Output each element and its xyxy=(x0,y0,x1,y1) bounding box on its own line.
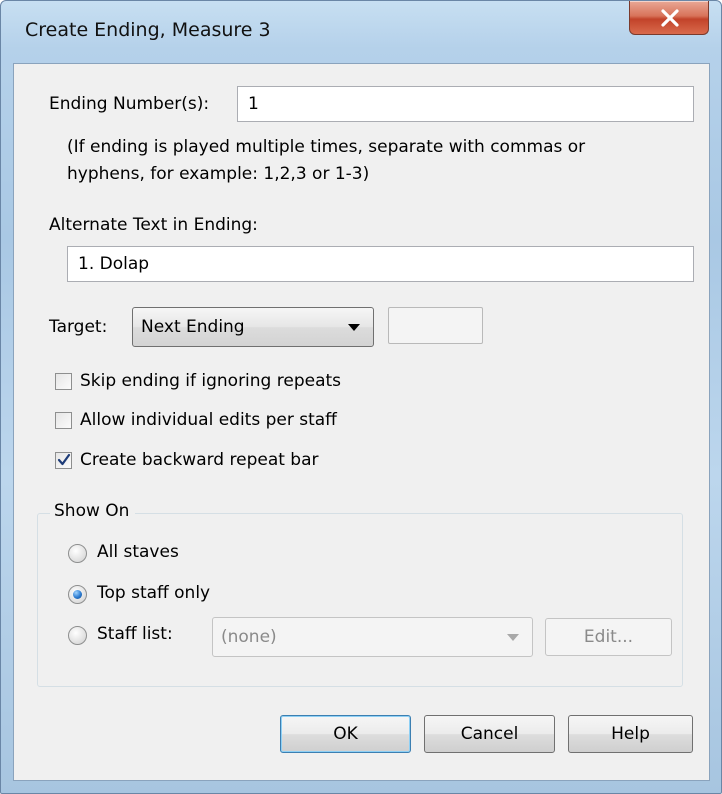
skip-ending-checkbox[interactable] xyxy=(55,373,72,390)
allow-edits-label[interactable]: Allow individual edits per staff xyxy=(80,410,337,430)
staff-list-radio[interactable] xyxy=(68,626,87,645)
radio-selected-dot xyxy=(73,590,82,599)
backward-repeat-label[interactable]: Create backward repeat bar xyxy=(80,450,319,470)
ok-button[interactable]: OK xyxy=(280,715,411,753)
target-selected-value: Next Ending xyxy=(141,317,245,337)
edit-staff-list-button[interactable]: Edit... xyxy=(545,618,672,656)
target-dropdown[interactable]: Next Ending xyxy=(132,307,374,347)
top-staff-only-label[interactable]: Top staff only xyxy=(97,583,210,603)
ending-number-label: Ending Number(s): xyxy=(49,94,210,114)
title-bar[interactable]: Create Ending, Measure 3 xyxy=(1,1,721,63)
ending-number-hint-line2: hyphens, for example: 1,2,3 or 1-3) xyxy=(67,164,370,184)
all-staves-radio[interactable] xyxy=(68,544,87,563)
help-button[interactable]: Help xyxy=(568,715,693,753)
alternate-text-label: Alternate Text in Ending: xyxy=(49,215,258,235)
target-extra-field[interactable] xyxy=(388,307,483,344)
top-staff-only-radio[interactable] xyxy=(68,585,87,604)
dropdown-arrow-icon xyxy=(507,634,519,641)
dialog-window: Create Ending, Measure 3 Ending Number(s… xyxy=(0,0,722,794)
staff-list-label[interactable]: Staff list: xyxy=(97,624,173,644)
allow-edits-checkbox[interactable] xyxy=(55,412,72,429)
alternate-text-input[interactable]: 1. Dolap xyxy=(67,246,694,282)
ending-number-input[interactable]: 1 xyxy=(237,86,694,122)
show-on-title: Show On xyxy=(50,501,136,521)
skip-ending-label[interactable]: Skip ending if ignoring repeats xyxy=(80,371,341,391)
checkmark-icon xyxy=(57,453,71,466)
target-label: Target: xyxy=(49,317,108,337)
cancel-button[interactable]: Cancel xyxy=(424,715,555,753)
all-staves-label[interactable]: All staves xyxy=(97,542,179,562)
ending-number-hint-line1: (If ending is played multiple times, sep… xyxy=(67,137,586,157)
backward-repeat-checkbox[interactable] xyxy=(55,452,72,469)
staff-list-dropdown[interactable]: (none) xyxy=(212,617,533,657)
staff-list-value: (none) xyxy=(221,627,277,647)
close-icon xyxy=(661,9,679,27)
close-button[interactable] xyxy=(629,1,709,35)
window-title: Create Ending, Measure 3 xyxy=(25,19,271,41)
dropdown-arrow-icon xyxy=(348,324,360,331)
